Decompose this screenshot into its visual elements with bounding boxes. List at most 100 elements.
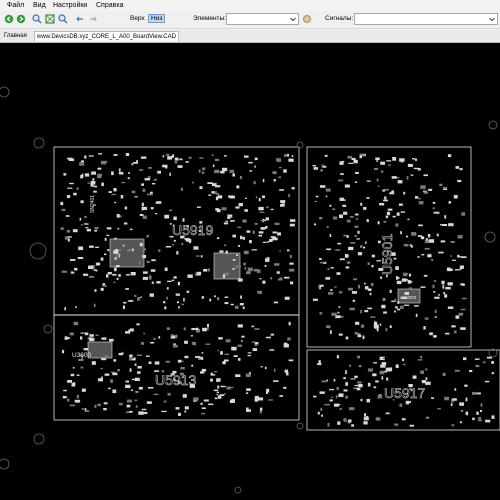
smd-component: [262, 178, 265, 183]
smd-component: [100, 257, 104, 261]
menu-view[interactable]: Вид: [33, 2, 46, 9]
smd-component: [329, 330, 332, 334]
smd-component: [84, 173, 90, 177]
smd-component: [283, 386, 287, 389]
board-canvas[interactable]: U3600 U5913 U5917 U5901 U5919 SN2401 AC3…: [0, 43, 500, 500]
smd-component: [258, 206, 264, 211]
smd-component: [201, 171, 205, 174]
smd-component: [381, 376, 384, 380]
smd-component: [381, 304, 386, 309]
smd-component: [329, 234, 332, 237]
smd-component: [94, 404, 97, 408]
smd-component: [337, 311, 340, 314]
smd-component: [125, 331, 131, 334]
smd-component: [446, 267, 451, 272]
smd-component: [279, 189, 284, 191]
search-element-icon[interactable]: [302, 14, 312, 24]
smd-component: [283, 343, 289, 348]
smd-component: [434, 309, 437, 313]
smd-component: [210, 378, 213, 382]
zoom-in-icon[interactable]: [32, 14, 42, 24]
smd-component: [211, 154, 214, 156]
smd-component: [284, 369, 289, 373]
smd-component: [89, 245, 94, 248]
smd-component: [89, 337, 95, 342]
smd-component: [114, 201, 117, 204]
smd-component: [349, 407, 355, 411]
smd-component: [119, 402, 123, 406]
smd-component: [196, 327, 199, 331]
smd-component: [115, 265, 120, 268]
smd-component: [237, 324, 243, 328]
pcb-board-view[interactable]: U3600 U5913 U5917 U5901 U5919 SN2401 AC3…: [0, 43, 500, 500]
smd-component: [447, 282, 453, 286]
smd-component: [420, 370, 424, 374]
smd-component: [217, 385, 220, 389]
chevron-down-icon[interactable]: [289, 15, 297, 23]
smd-component: [223, 222, 229, 225]
smd-component: [433, 291, 436, 293]
smd-component: [363, 246, 366, 249]
arrow-right-icon[interactable]: [88, 14, 98, 24]
smd-component: [454, 269, 460, 271]
smd-component: [232, 234, 236, 238]
smd-component: [253, 181, 256, 185]
smd-component: [93, 303, 96, 307]
chevron-down-icon[interactable]: [488, 15, 496, 23]
smd-component: [475, 364, 480, 368]
menu-settings[interactable]: Настройки: [53, 2, 87, 9]
smd-component: [401, 418, 406, 421]
smd-component: [255, 196, 258, 199]
menu-help[interactable]: Справка: [96, 2, 123, 9]
smd-component: [410, 174, 414, 176]
smd-component: [288, 158, 294, 162]
forward-circle-icon[interactable]: [16, 14, 26, 24]
tab-main[interactable]: Главная: [2, 31, 29, 41]
smd-component: [224, 244, 227, 247]
smd-component: [118, 352, 124, 356]
fit-view-icon[interactable]: [45, 14, 55, 24]
side-top-label[interactable]: Верх: [130, 15, 145, 22]
smd-component: [405, 400, 410, 405]
smd-component: [257, 290, 262, 294]
smd-component: [406, 176, 409, 180]
side-bottom-toggle[interactable]: Низ: [148, 14, 166, 23]
smd-component: [326, 325, 331, 329]
smd-component: [321, 414, 323, 417]
smd-component: [171, 279, 175, 281]
smd-component: [417, 235, 422, 237]
smd-component: [461, 297, 467, 300]
smd-component: [246, 271, 251, 275]
zoom-out-icon[interactable]: [58, 14, 68, 24]
signals-combobox[interactable]: [354, 13, 498, 25]
smd-component: [129, 411, 133, 413]
smd-component: [126, 404, 131, 408]
smd-component: [411, 232, 417, 236]
smd-component: [432, 207, 435, 210]
back-circle-icon[interactable]: [4, 14, 14, 24]
smd-component: [66, 195, 71, 198]
smd-component: [287, 153, 289, 157]
smd-component: [104, 238, 107, 241]
smd-component: [476, 392, 481, 395]
smd-component: [270, 236, 276, 238]
smd-component: [104, 355, 109, 359]
smd-component: [167, 280, 172, 282]
smd-component: [443, 292, 446, 295]
tab-boardview-file[interactable]: www.DevicsDB.xyz_CORE_L_A00_BoardView.CA…: [34, 31, 179, 41]
elements-combobox[interactable]: [226, 13, 299, 25]
smd-component: [407, 163, 413, 167]
arrow-left-icon[interactable]: [75, 14, 85, 24]
smd-component: [383, 311, 387, 314]
smd-component: [89, 275, 95, 278]
smd-component: [173, 216, 177, 221]
menu-file[interactable]: Файл: [7, 2, 24, 9]
smd-component: [438, 251, 444, 254]
smd-component: [418, 224, 423, 227]
smd-component: [320, 169, 323, 172]
smd-component: [273, 380, 279, 382]
smd-component: [137, 297, 141, 301]
smd-component: [279, 277, 283, 279]
smd-component: [79, 162, 85, 166]
smd-component: [318, 285, 320, 288]
